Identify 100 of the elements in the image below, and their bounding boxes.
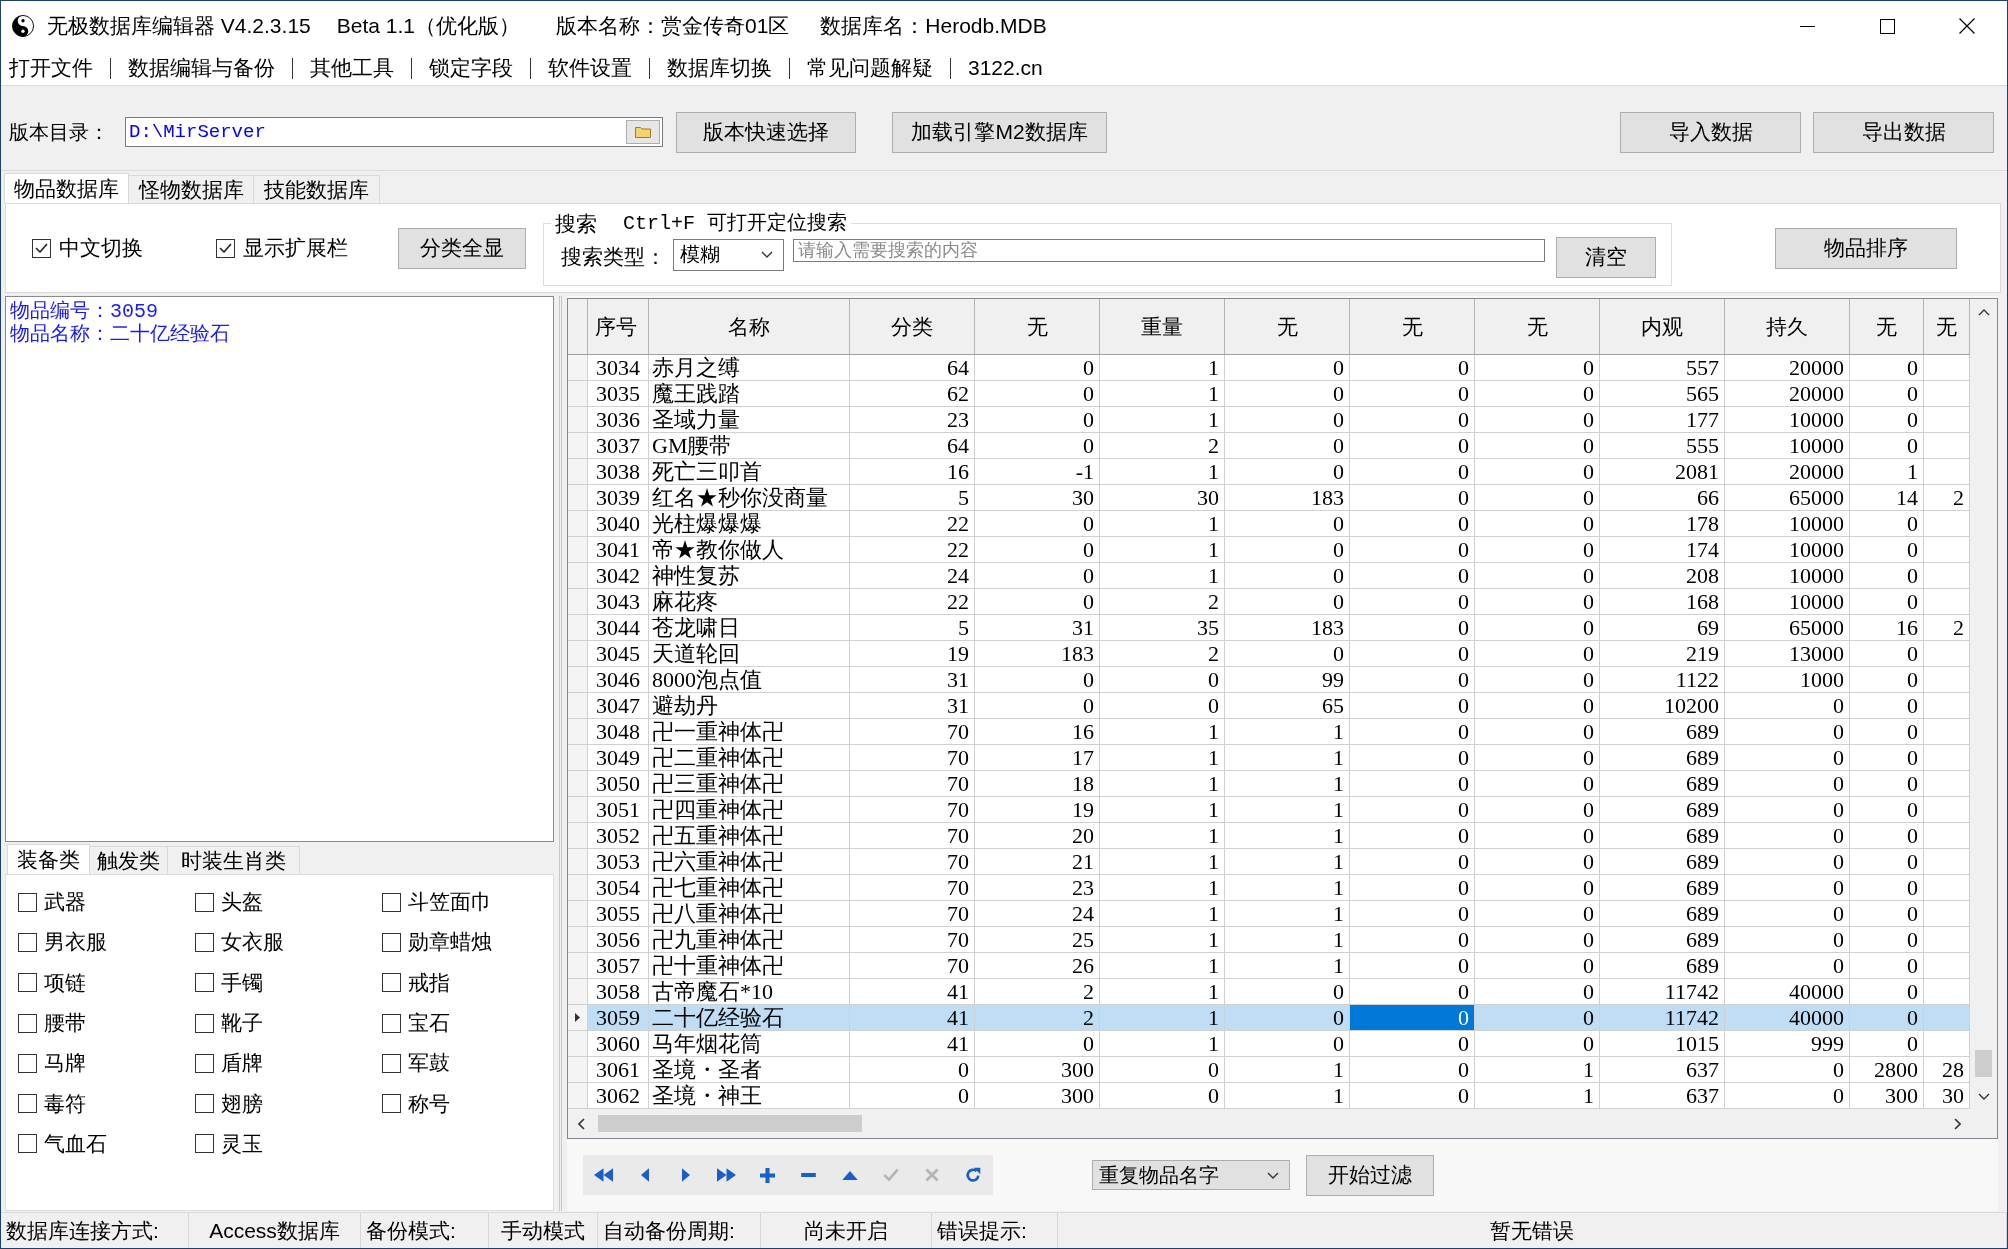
toolbar-button[interactable]: 版本快速选择 [676,111,856,153]
table-row[interactable]: 3056 卍九重神体卍 70 25 1 1 0 0 689 0 0 [568,927,1970,953]
horizontal-scrollbar[interactable] [568,1109,1970,1138]
checkbox-label[interactable]: 靴子 [221,1009,263,1038]
scrollbar-thumb[interactable] [598,1115,862,1132]
checkbox[interactable] [195,1094,214,1114]
table-row[interactable]: 3055 卍八重神体卍 70 24 1 1 0 0 689 0 0 [568,901,1970,927]
column-header[interactable]: 无 [1225,299,1350,354]
table-row[interactable]: 3050 卍三重神体卍 70 18 1 1 0 0 689 0 0 [568,771,1970,797]
table-row[interactable]: 3061 圣境・圣者 0 300 0 1 0 1 637 0 2800 28 [568,1057,1970,1083]
checkbox[interactable] [382,1094,401,1114]
tab[interactable]: 装备类 [7,844,90,874]
table-row[interactable]: 3039 红名★秒你没商量 5 30 30 183 0 0 66 65000 14 2 [568,485,1970,511]
menu-item[interactable]: 锁定字段 [429,54,513,82]
table-row[interactable]: 3034 赤月之缚 64 0 1 0 0 0 557 20000 0 [568,355,1970,381]
tab[interactable]: 技能数据库 [253,175,380,203]
clear-button[interactable]: 清空 [1556,236,1656,278]
checkbox-label[interactable]: 马牌 [44,1049,86,1078]
table-row[interactable]: 3047 避劫丹 31 0 0 65 0 0 10200 0 0 [568,693,1970,719]
column-header[interactable]: 无 [1350,299,1475,354]
table-row[interactable]: 3036 圣域力量 23 0 1 0 0 0 177 10000 0 [568,407,1970,433]
table-row[interactable]: 3048 卍一重神体卍 70 16 1 1 0 0 689 0 0 [568,719,1970,745]
checkbox-label[interactable]: 显示扩展栏 [243,234,348,262]
checkbox-label[interactable]: 女衣服 [221,928,284,957]
checkbox-label[interactable]: 中文切换 [59,234,143,262]
checkbox[interactable] [18,1134,37,1154]
checkbox[interactable] [382,1053,401,1073]
checkbox-label[interactable]: 称号 [408,1089,450,1118]
browse-folder-button[interactable] [626,120,660,144]
checkbox-label[interactable]: 翅膀 [221,1089,263,1118]
table-row[interactable]: 3040 光柱爆爆爆 22 0 1 0 0 0 178 10000 0 [568,511,1970,537]
table-row[interactable]: 3051 卍四重神体卍 70 19 1 1 0 0 689 0 0 [568,797,1970,823]
checkbox-label[interactable]: 宝石 [408,1009,450,1038]
checkbox-label[interactable]: 气血石 [44,1129,107,1158]
menu-item[interactable]: 其他工具 [310,54,394,82]
path-field[interactable]: D:\MirServer [125,117,663,147]
checkbox[interactable] [18,1013,37,1033]
filter-button[interactable]: 开始过滤 [1306,1154,1434,1196]
table-row[interactable]: 3042 神性复苏 24 0 1 0 0 0 208 10000 0 [568,563,1970,589]
checkbox-label[interactable]: 腰带 [44,1009,86,1038]
table-row[interactable]: 3059 二十亿经验石 41 2 1 0 0 0 11742 40000 0 [568,1005,1970,1031]
checkbox-label[interactable]: 灵玉 [221,1129,263,1158]
column-header[interactable]: 无 [975,299,1100,354]
menu-item[interactable]: 常见问题解疑 [807,54,933,82]
menu-item[interactable]: 打开文件 [9,54,93,82]
checkbox[interactable] [18,1053,37,1073]
tab[interactable]: 物品数据库 [4,173,129,203]
table-row[interactable]: 3057 卍十重神体卍 70 26 1 1 0 0 689 0 0 [568,953,1970,979]
column-header[interactable]: 无 [1850,299,1924,354]
table-row[interactable]: 3035 魔王践踏 62 0 1 0 0 0 565 20000 0 [568,381,1970,407]
checkbox-label[interactable]: 盾牌 [221,1049,263,1078]
show-all-button[interactable]: 分类全显 [398,227,526,269]
checkbox-label[interactable]: 勋章蜡烛 [408,928,492,957]
table-row[interactable]: 3045 天道轮回 19 183 2 0 0 0 219 13000 0 [568,641,1970,667]
checkbox[interactable] [195,1134,214,1154]
checkbox-label[interactable]: 项链 [44,968,86,997]
menu-item[interactable]: 3122.cn [968,56,1043,80]
table-row[interactable]: 3058 古帝魔石*10 41 2 1 0 0 0 11742 40000 0 [568,979,1970,1005]
search-type-dropdown[interactable]: 模糊 [673,238,784,271]
checkbox-label[interactable]: 武器 [44,888,86,917]
column-header[interactable]: 序号 [588,299,649,354]
table-row[interactable]: 3054 卍七重神体卍 70 23 1 1 0 0 689 0 0 [568,875,1970,901]
tab[interactable]: 时装生肖类 [167,846,300,874]
tab[interactable]: 触发类 [89,846,168,874]
column-header[interactable]: 内观 [1600,299,1725,354]
table-row[interactable]: 3046 8000泡点值 31 0 0 99 0 0 1122 1000 0 [568,667,1970,693]
table-row[interactable]: 3041 帝★教你做人 22 0 1 0 0 0 174 10000 0 [568,537,1970,563]
column-header[interactable]: 名称 [649,299,850,354]
table-row[interactable]: 3038 死亡三叩首 16 -1 1 0 0 0 2081 20000 1 [568,459,1970,485]
checkbox[interactable] [382,932,401,952]
search-field[interactable]: 请输入需要搜索的内容 [793,238,1545,262]
table-row[interactable]: 3049 卍二重神体卍 70 17 1 1 0 0 689 0 0 [568,745,1970,771]
checkbox[interactable] [18,973,37,993]
checkbox[interactable] [18,932,37,952]
menu-item[interactable]: 软件设置 [548,54,632,82]
checkbox[interactable] [195,1013,214,1033]
table-row[interactable]: 3062 圣境・神王 0 300 0 1 0 1 637 0 300 30 [568,1083,1970,1109]
checkbox[interactable] [382,1013,401,1033]
sort-button[interactable]: 物品排序 [1775,227,1957,269]
checkbox-label[interactable]: 军鼓 [408,1049,450,1078]
table-row[interactable]: 3052 卍五重神体卍 70 20 1 1 0 0 689 0 0 [568,823,1970,849]
filter-dropdown[interactable]: 重复物品名字 [1092,1160,1290,1190]
checkbox[interactable] [382,973,401,993]
checkbox[interactable] [195,932,214,952]
table-row[interactable]: 3053 卍六重神体卍 70 21 1 1 0 0 689 0 0 [568,849,1970,875]
checkbox-label[interactable]: 斗笠面巾 [408,888,492,917]
checkbox[interactable] [32,238,51,258]
table-row[interactable]: 3060 马年烟花筒 41 0 1 0 0 0 1015 999 0 [568,1031,1970,1057]
checkbox[interactable] [18,1094,37,1114]
toolbar-button[interactable]: 导出数据 [1813,111,1994,153]
checkbox-label[interactable]: 男衣服 [44,928,107,957]
column-header[interactable]: 重量 [1100,299,1225,354]
table-row[interactable]: 3044 苍龙啸日 5 31 35 183 0 0 69 65000 16 2 [568,615,1970,641]
checkbox-label[interactable]: 头盔 [221,888,263,917]
menu-item[interactable]: 数据库切换 [667,54,772,82]
toolbar-button[interactable]: 加载引擎M2数据库 [892,111,1107,153]
checkbox-label[interactable]: 手镯 [221,968,263,997]
checkbox[interactable] [382,892,401,912]
checkbox-label[interactable]: 戒指 [408,968,450,997]
column-header[interactable]: 无 [1475,299,1600,354]
